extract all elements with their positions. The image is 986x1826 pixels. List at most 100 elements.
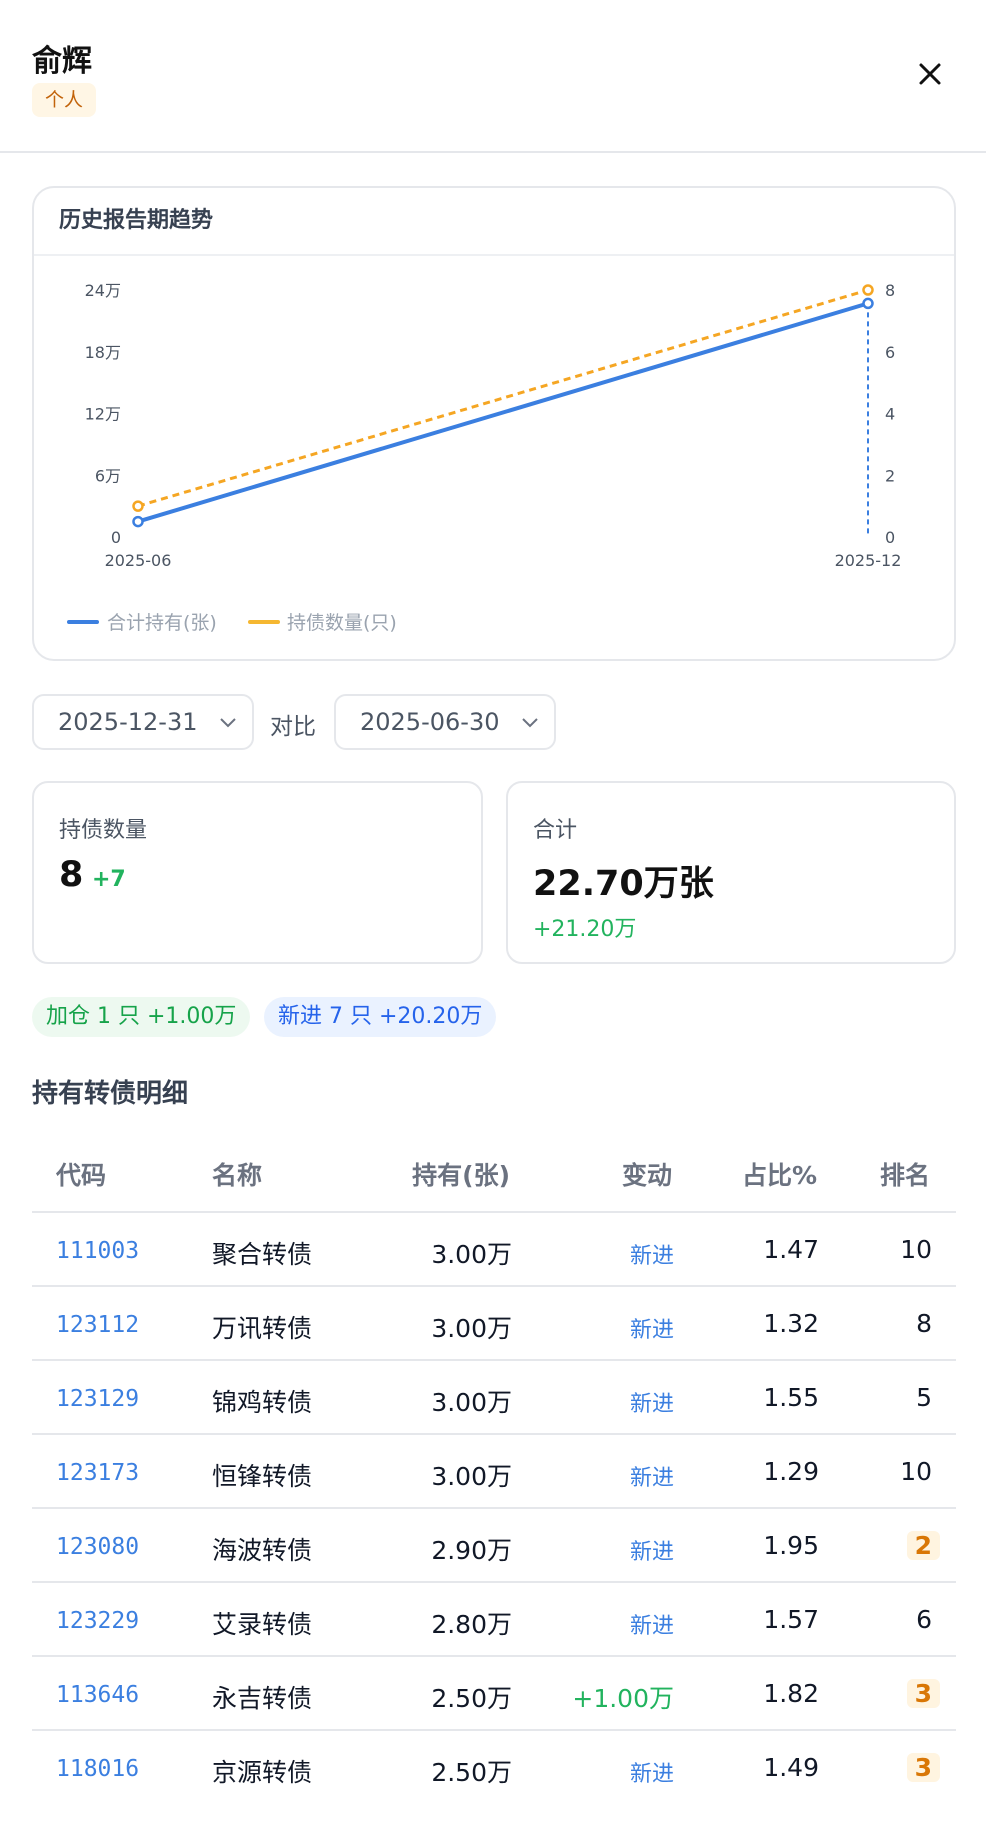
legend-label-total[interactable]: 合计持有(张) — [107, 608, 217, 635]
table-row[interactable]: 118016 京源转债 2.50万 新进 1.49 3 — [32, 1729, 956, 1803]
compare-date-value: 2025-06-30 — [360, 708, 500, 736]
bond-code-link[interactable]: 111003 — [56, 1238, 139, 1264]
y-left-tick-label: 18万 — [85, 343, 121, 362]
y-right-tick-label: 2 — [885, 466, 895, 485]
current-date-select[interactable]: 2025-12-31 — [32, 694, 254, 750]
holding-value: 3.00万 — [431, 1314, 512, 1343]
total-holding-delta: +21.20万 — [533, 917, 637, 942]
y-left-tick-label: 24万 — [85, 281, 121, 300]
percent-value: 1.82 — [763, 1679, 819, 1708]
total-holding-label: 合计 — [533, 818, 578, 843]
bond-name: 永吉转债 — [212, 1684, 313, 1713]
y-left-tick-label: 12万 — [85, 405, 121, 424]
bond-code-link[interactable]: 123229 — [56, 1608, 139, 1634]
bond-code-link[interactable]: 123112 — [56, 1312, 139, 1338]
percent-value: 1.49 — [763, 1753, 819, 1782]
y-right-tick-label: 8 — [885, 281, 895, 300]
total-holding-card: 合计 22.70万张 +21.20万 — [506, 781, 956, 964]
table-row[interactable]: 113646 永吉转债 2.50万 +1.00万 1.82 3 — [32, 1655, 956, 1729]
rank-value: 5 — [916, 1383, 932, 1412]
compare-label: 对比 — [270, 714, 316, 740]
bond-code-link[interactable]: 113646 — [56, 1682, 139, 1708]
x-tick-label: 2025-06 — [105, 551, 172, 570]
total-holding-value: 22.70万张 — [533, 864, 714, 904]
rank-value: 2 — [906, 1531, 940, 1560]
y-left-tick-label: 0 — [111, 528, 121, 547]
column-header-holding[interactable]: 持有(张) — [412, 1156, 510, 1192]
holding-value: 3.00万 — [431, 1462, 512, 1491]
y-right-tick-label: 6 — [885, 343, 895, 362]
table-row[interactable]: 111003 聚合转债 3.00万 新进 1.47 10 — [32, 1211, 956, 1285]
change-value: +1.00万 — [572, 1684, 674, 1713]
x-tick-label: 2025-12 — [835, 551, 902, 570]
holding-value: 2.50万 — [431, 1684, 512, 1713]
bond-code-link[interactable]: 123129 — [56, 1386, 139, 1412]
rank-value: 10 — [900, 1235, 932, 1264]
change-value: 新进 — [629, 1540, 674, 1565]
increase-summary-pill: 加仓 1 只 +1.00万 — [32, 997, 251, 1037]
chevron-down-icon — [522, 718, 538, 728]
y-left-tick-label: 6万 — [95, 466, 121, 485]
bond-name: 锦鸡转债 — [212, 1388, 313, 1417]
y-right-tick-label: 0 — [885, 528, 895, 547]
table-row[interactable]: 123080 海波转债 2.90万 新进 1.95 2 — [32, 1507, 956, 1581]
legend-swatch-count — [248, 620, 280, 624]
percent-value: 1.29 — [763, 1457, 819, 1486]
chevron-down-icon — [220, 718, 236, 728]
change-value: 新进 — [629, 1466, 674, 1491]
percent-value: 1.32 — [763, 1309, 819, 1338]
bond-name: 恒锋转债 — [212, 1462, 313, 1491]
detail-section-title: 持有转债明细 — [32, 1079, 189, 1109]
change-value: 新进 — [629, 1762, 674, 1787]
rank-value: 6 — [916, 1605, 932, 1634]
bond-count-value: 8 — [59, 855, 84, 895]
holding-value: 2.50万 — [431, 1758, 512, 1787]
table-row[interactable]: 123173 恒锋转债 3.00万 新进 1.29 10 — [32, 1433, 956, 1507]
column-header-percent[interactable]: 占比% — [742, 1156, 817, 1192]
bond-code-link[interactable]: 123080 — [56, 1534, 139, 1560]
holdings-table: 111003 聚合转债 3.00万 新进 1.47 10 123112 万讯转债 3.00万 新进… — [32, 1211, 956, 1803]
holding-value: 2.80万 — [431, 1610, 512, 1639]
series-point-1 — [132, 500, 144, 512]
current-date-value: 2025-12-31 — [58, 708, 198, 736]
bond-name: 艾录转债 — [212, 1610, 313, 1639]
bond-name: 京源转债 — [212, 1758, 313, 1787]
change-value: 新进 — [629, 1392, 674, 1417]
bond-name: 海波转债 — [212, 1536, 313, 1565]
bond-name: 万讯转债 — [212, 1314, 313, 1343]
bond-name: 聚合转债 — [212, 1240, 313, 1269]
change-value: 新进 — [629, 1318, 674, 1343]
bond-count-label: 持债数量 — [59, 818, 148, 843]
change-value: 新进 — [629, 1614, 674, 1639]
compare-date-select[interactable]: 2025-06-30 — [334, 694, 556, 750]
percent-value: 1.47 — [763, 1235, 819, 1264]
percent-value: 1.95 — [763, 1531, 819, 1560]
series-point-0 — [132, 515, 144, 528]
table-row[interactable]: 123112 万讯转债 3.00万 新进 1.32 8 — [32, 1285, 956, 1359]
rank-value: 3 — [906, 1753, 940, 1782]
percent-value: 1.55 — [763, 1383, 819, 1412]
series-point-1 — [862, 284, 874, 296]
series-line-0 — [137, 301, 869, 524]
column-header-name[interactable]: 名称 — [212, 1156, 262, 1192]
column-header-change[interactable]: 变动 — [622, 1156, 672, 1192]
y-right-tick-label: 4 — [885, 405, 895, 424]
bond-code-link[interactable]: 123173 — [56, 1460, 139, 1486]
column-header-rank[interactable]: 排名 — [880, 1156, 930, 1192]
series-point-0 — [862, 297, 874, 310]
table-row[interactable]: 123129 锦鸡转债 3.00万 新进 1.55 5 — [32, 1359, 956, 1433]
legend-swatch-total — [67, 620, 99, 624]
holding-value: 3.00万 — [431, 1240, 512, 1269]
trend-chart: 24万 18万 12万 6万 0 8 6 4 2 0 2025-06 2025-12 — [85, 281, 902, 570]
bond-count-delta: +7 — [92, 867, 126, 892]
holding-value: 3.00万 — [431, 1388, 512, 1417]
column-header-code[interactable]: 代码 — [56, 1156, 106, 1192]
rank-value: 8 — [916, 1309, 932, 1338]
rank-value: 3 — [906, 1679, 940, 1708]
rank-value: 10 — [900, 1457, 932, 1486]
change-value: 新进 — [629, 1244, 674, 1269]
bond-code-link[interactable]: 118016 — [56, 1756, 139, 1782]
legend-label-count[interactable]: 持债数量(只) — [287, 608, 397, 635]
bond-count-card: 持债数量 8 +7 — [32, 781, 483, 964]
table-row[interactable]: 123229 艾录转债 2.80万 新进 1.57 6 — [32, 1581, 956, 1655]
